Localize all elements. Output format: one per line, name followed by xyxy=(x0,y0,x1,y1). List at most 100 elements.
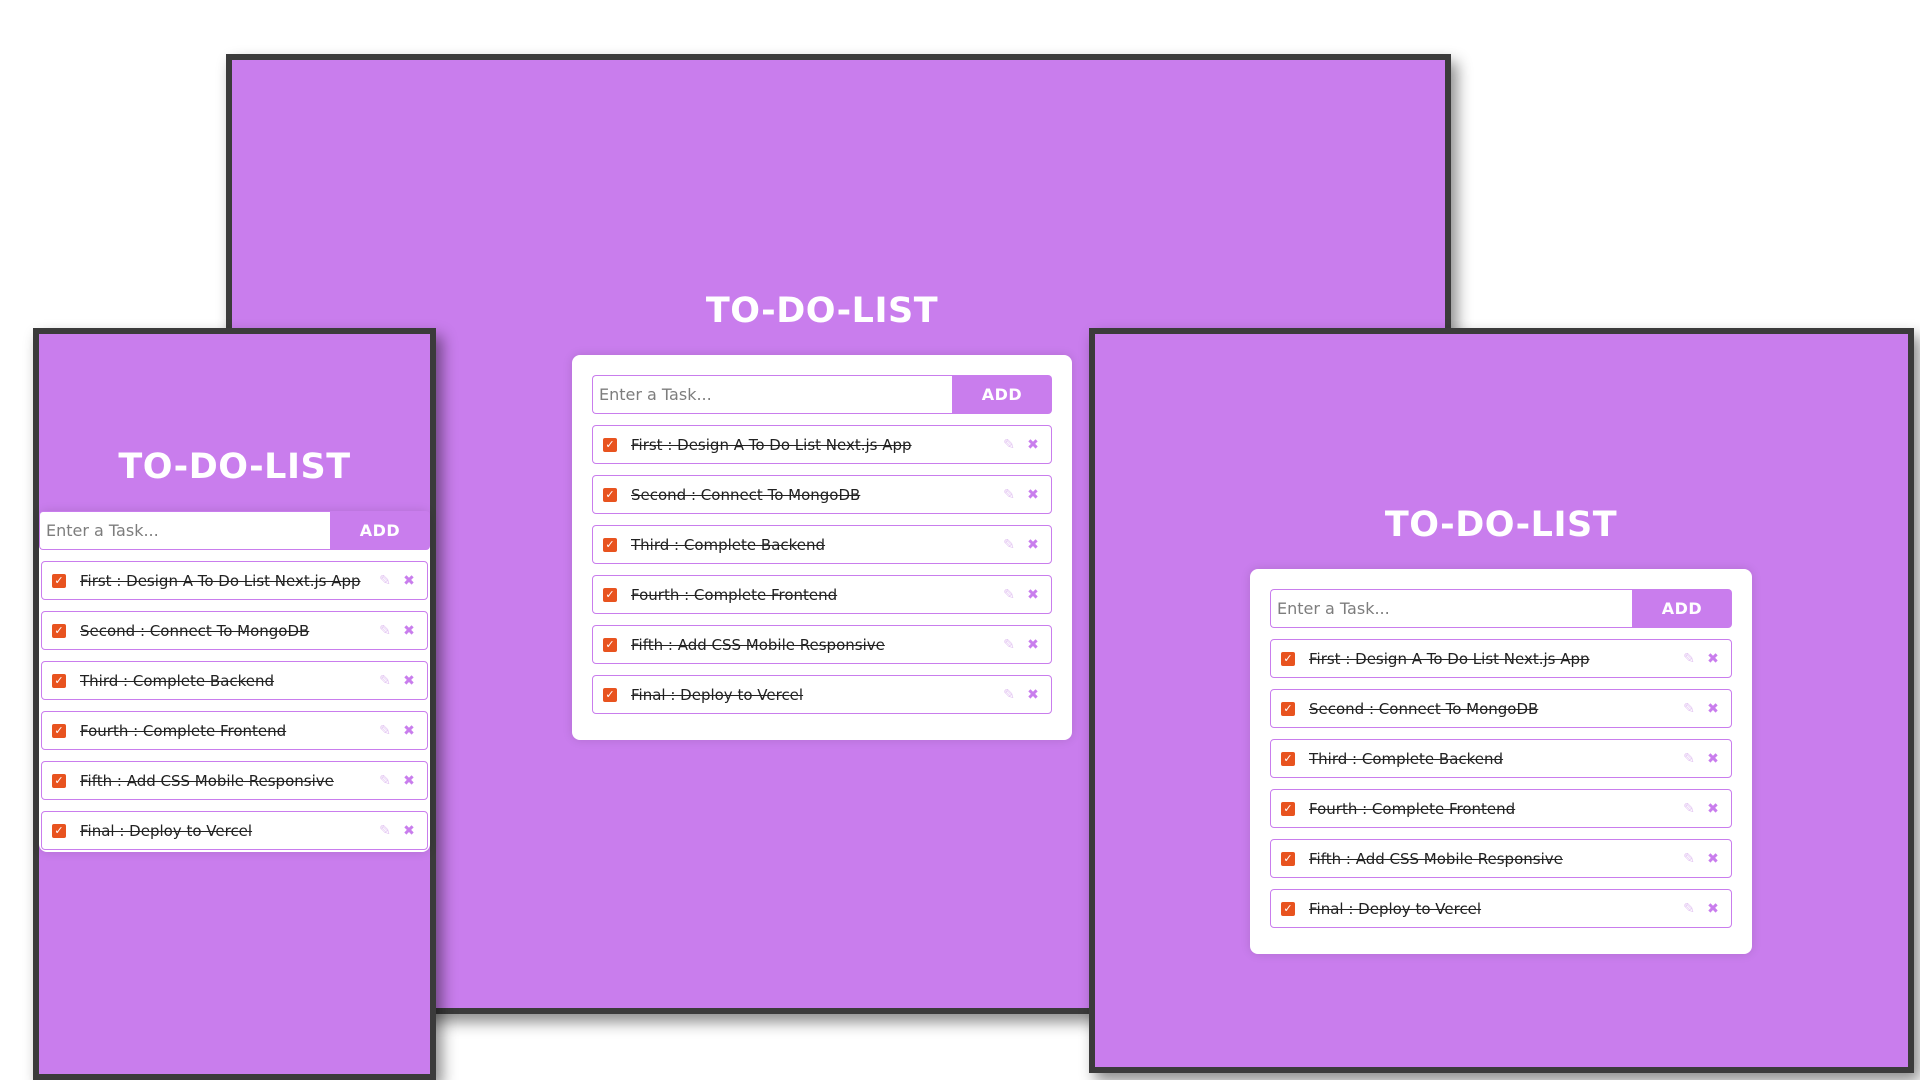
mobile-preview-frame: TO-DO-LIST ADD ✓ First : Design A To Do L… xyxy=(33,328,436,1080)
cross-icon[interactable]: ✖ xyxy=(1023,637,1043,653)
cross-icon[interactable]: ✖ xyxy=(1703,901,1723,917)
task-text: Third : Complete Backend xyxy=(1309,749,1504,768)
pencil-icon[interactable]: ✎ xyxy=(375,673,395,689)
checkbox-checked-icon[interactable]: ✓ xyxy=(603,537,617,552)
task-item: ✓ Fourth : Complete Frontend ✎ ✖ xyxy=(41,711,428,750)
checkbox-checked-icon[interactable]: ✓ xyxy=(52,573,66,588)
pencil-icon[interactable]: ✎ xyxy=(999,487,1019,503)
cross-icon[interactable]: ✖ xyxy=(1023,587,1043,603)
pencil-icon[interactable]: ✎ xyxy=(375,823,395,839)
checkbox-checked-icon[interactable]: ✓ xyxy=(1281,701,1295,716)
pencil-icon[interactable]: ✎ xyxy=(1679,801,1699,817)
task-item: ✓ First : Design A To Do List Next.js App… xyxy=(592,425,1052,464)
add-button[interactable]: ADD xyxy=(1632,589,1732,628)
cross-icon[interactable]: ✖ xyxy=(1703,701,1723,717)
task-item: ✓ Fifth : Add CSS Mobile Responsive ✎ ✖ xyxy=(1270,839,1732,878)
pencil-icon[interactable]: ✎ xyxy=(999,637,1019,653)
pencil-icon[interactable]: ✎ xyxy=(1679,901,1699,917)
cross-icon[interactable]: ✖ xyxy=(399,723,419,739)
task-text: Second : Connect To MongoDB xyxy=(631,485,861,504)
task-item: ✓ Second : Connect To MongoDB ✎ ✖ xyxy=(592,475,1052,514)
app-title: TO-DO-LIST xyxy=(705,291,939,331)
checkbox-checked-icon[interactable]: ✓ xyxy=(603,637,617,652)
checkbox-checked-icon[interactable]: ✓ xyxy=(603,487,617,502)
task-item: ✓ Final : Deploy to Vercel ✎ ✖ xyxy=(41,811,428,850)
checkbox-checked-icon[interactable]: ✓ xyxy=(1281,801,1295,816)
task-item: ✓ Fifth : Add CSS Mobile Responsive ✎ ✖ xyxy=(41,761,428,800)
task-input[interactable] xyxy=(1270,589,1632,628)
task-text: Final : Deploy to Vercel xyxy=(1309,899,1482,918)
checkbox-checked-icon[interactable]: ✓ xyxy=(52,723,66,738)
task-item: ✓ Third : Complete Backend ✎ ✖ xyxy=(592,525,1052,564)
cross-icon[interactable]: ✖ xyxy=(1703,801,1723,817)
task-text: Third : Complete Backend xyxy=(631,535,826,554)
task-item: ✓ Second : Connect To MongoDB ✎ ✖ xyxy=(41,611,428,650)
tablet-preview-frame: TO-DO-LIST ADD ✓ First : Design A To Do L… xyxy=(1089,328,1914,1073)
cross-icon[interactable]: ✖ xyxy=(1023,687,1043,703)
task-text: First : Design A To Do List Next.js App xyxy=(80,571,361,590)
add-button[interactable]: ADD xyxy=(952,375,1052,414)
task-item: ✓ First : Design A To Do List Next.js App… xyxy=(41,561,428,600)
cross-icon[interactable]: ✖ xyxy=(1023,487,1043,503)
checkbox-checked-icon[interactable]: ✓ xyxy=(52,623,66,638)
task-input[interactable] xyxy=(592,375,952,414)
pencil-icon[interactable]: ✎ xyxy=(375,623,395,639)
cross-icon[interactable]: ✖ xyxy=(399,573,419,589)
pencil-icon[interactable]: ✎ xyxy=(1679,751,1699,767)
task-text: Final : Deploy to Vercel xyxy=(80,821,253,840)
task-list: ✓ First : Design A To Do List Next.js App… xyxy=(39,561,430,850)
task-list: ✓ First : Design A To Do List Next.js App… xyxy=(1270,639,1732,928)
task-item: ✓ Fourth : Complete Frontend ✎ ✖ xyxy=(1270,789,1732,828)
task-item: ✓ Final : Deploy to Vercel ✎ ✖ xyxy=(592,675,1052,714)
cross-icon[interactable]: ✖ xyxy=(1703,651,1723,667)
checkbox-checked-icon[interactable]: ✓ xyxy=(603,587,617,602)
todo-card: ADD ✓ First : Design A To Do List Next.js… xyxy=(1250,569,1752,954)
pencil-icon[interactable]: ✎ xyxy=(375,723,395,739)
checkbox-checked-icon[interactable]: ✓ xyxy=(603,687,617,702)
task-item: ✓ Second : Connect To MongoDB ✎ ✖ xyxy=(1270,689,1732,728)
pencil-icon[interactable]: ✎ xyxy=(375,773,395,789)
checkbox-checked-icon[interactable]: ✓ xyxy=(52,823,66,838)
cross-icon[interactable]: ✖ xyxy=(399,823,419,839)
cross-icon[interactable]: ✖ xyxy=(1703,751,1723,767)
task-item: ✓ Third : Complete Backend ✎ ✖ xyxy=(41,661,428,700)
pencil-icon[interactable]: ✎ xyxy=(1679,701,1699,717)
todo-card: ADD ✓ First : Design A To Do List Next.js… xyxy=(39,511,430,852)
task-item: ✓ Final : Deploy to Vercel ✎ ✖ xyxy=(1270,889,1732,928)
cross-icon[interactable]: ✖ xyxy=(1023,437,1043,453)
checkbox-checked-icon[interactable]: ✓ xyxy=(1281,851,1295,866)
cross-icon[interactable]: ✖ xyxy=(399,673,419,689)
task-input-row: ADD xyxy=(39,511,430,550)
pencil-icon[interactable]: ✎ xyxy=(375,573,395,589)
checkbox-checked-icon[interactable]: ✓ xyxy=(603,437,617,452)
pencil-icon[interactable]: ✎ xyxy=(1679,651,1699,667)
cross-icon[interactable]: ✖ xyxy=(399,773,419,789)
checkbox-checked-icon[interactable]: ✓ xyxy=(1281,651,1295,666)
cross-icon[interactable]: ✖ xyxy=(1023,537,1043,553)
app-title: TO-DO-LIST xyxy=(118,447,351,487)
task-input-row: ADD xyxy=(592,375,1052,414)
task-item: ✓ First : Design A To Do List Next.js App… xyxy=(1270,639,1732,678)
checkbox-checked-icon[interactable]: ✓ xyxy=(52,773,66,788)
pencil-icon[interactable]: ✎ xyxy=(999,587,1019,603)
todo-card: ADD ✓ First : Design A To Do List Next.js… xyxy=(572,355,1072,740)
task-text: Fifth : Add CSS Mobile Responsive xyxy=(1309,849,1563,868)
cross-icon[interactable]: ✖ xyxy=(399,623,419,639)
task-item: ✓ Third : Complete Backend ✎ ✖ xyxy=(1270,739,1732,778)
task-text: Fourth : Complete Frontend xyxy=(631,585,838,604)
todo-app: TO-DO-LIST ADD ✓ First : Design A To Do L… xyxy=(1250,505,1752,954)
checkbox-checked-icon[interactable]: ✓ xyxy=(1281,901,1295,916)
task-input[interactable] xyxy=(39,511,330,550)
checkbox-checked-icon[interactable]: ✓ xyxy=(52,673,66,688)
task-text: First : Design A To Do List Next.js App xyxy=(1309,649,1590,668)
task-text: Fifth : Add CSS Mobile Responsive xyxy=(80,771,334,790)
add-button[interactable]: ADD xyxy=(330,511,430,550)
task-text: Third : Complete Backend xyxy=(80,671,275,690)
pencil-icon[interactable]: ✎ xyxy=(999,437,1019,453)
pencil-icon[interactable]: ✎ xyxy=(1679,851,1699,867)
pencil-icon[interactable]: ✎ xyxy=(999,687,1019,703)
cross-icon[interactable]: ✖ xyxy=(1703,851,1723,867)
task-list: ✓ First : Design A To Do List Next.js App… xyxy=(592,425,1052,714)
checkbox-checked-icon[interactable]: ✓ xyxy=(1281,751,1295,766)
pencil-icon[interactable]: ✎ xyxy=(999,537,1019,553)
